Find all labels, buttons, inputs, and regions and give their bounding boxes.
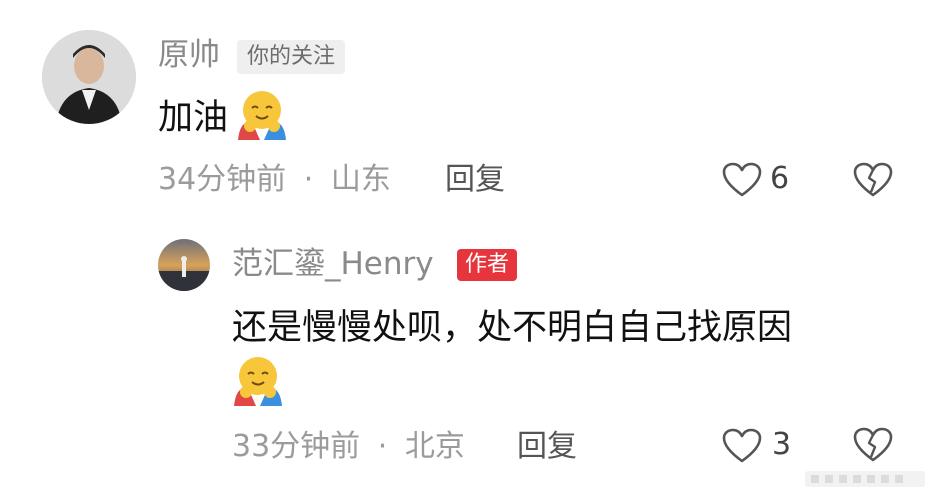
hug-emoji-icon (232, 356, 284, 410)
comment-text: 还是慢慢处呗，处不明白自己找原因 (232, 308, 793, 348)
comment-location: 山东 (330, 162, 391, 197)
like-button[interactable]: 6 (722, 160, 802, 202)
meta-separator: · (377, 429, 388, 464)
dislike-button[interactable] (852, 427, 894, 467)
dislike-button[interactable] (852, 162, 894, 202)
like-count: 6 (770, 161, 790, 196)
comment-author-name[interactable]: 原帅 (158, 40, 220, 71)
reply-button[interactable]: 回复 (445, 165, 505, 195)
comment-location: 北京 (404, 429, 465, 464)
like-button[interactable]: 3 (722, 426, 802, 468)
reply-button[interactable]: 回复 (517, 432, 577, 462)
broken-heart-icon (853, 427, 893, 462)
comment-meta: 33分钟前 · 北京 (232, 432, 465, 462)
avatar[interactable] (158, 239, 210, 291)
heart-icon (722, 162, 762, 197)
following-badge: 你的关注 (237, 40, 346, 74)
broken-heart-icon (853, 162, 893, 197)
avatar-photo-icon (42, 30, 136, 124)
heart-icon (722, 428, 762, 463)
comment-meta: 34分钟前 · 山东 (158, 165, 391, 195)
avatar[interactable] (42, 30, 136, 124)
reply-comment-item: 范汇鎏_Henry 作者 还是慢慢处呗，处不明白自己找原因 33分钟前 · 北京… (0, 215, 945, 502)
comment-text: 加油 (158, 98, 229, 138)
watermark-icon (805, 463, 935, 497)
hug-emoji-icon (236, 90, 288, 144)
comment-time: 34分钟前 (158, 162, 287, 197)
comment-time: 33分钟前 (232, 429, 361, 464)
comment-item: 原帅 你的关注 加油 34分钟前 · 山东 回复 6 (0, 0, 945, 215)
meta-separator: · (303, 162, 314, 197)
avatar-photo-icon (158, 239, 210, 291)
author-badge: 作者 (457, 249, 518, 281)
like-count: 3 (772, 427, 792, 462)
comment-author-name[interactable]: 范汇鎏_Henry (232, 249, 434, 280)
